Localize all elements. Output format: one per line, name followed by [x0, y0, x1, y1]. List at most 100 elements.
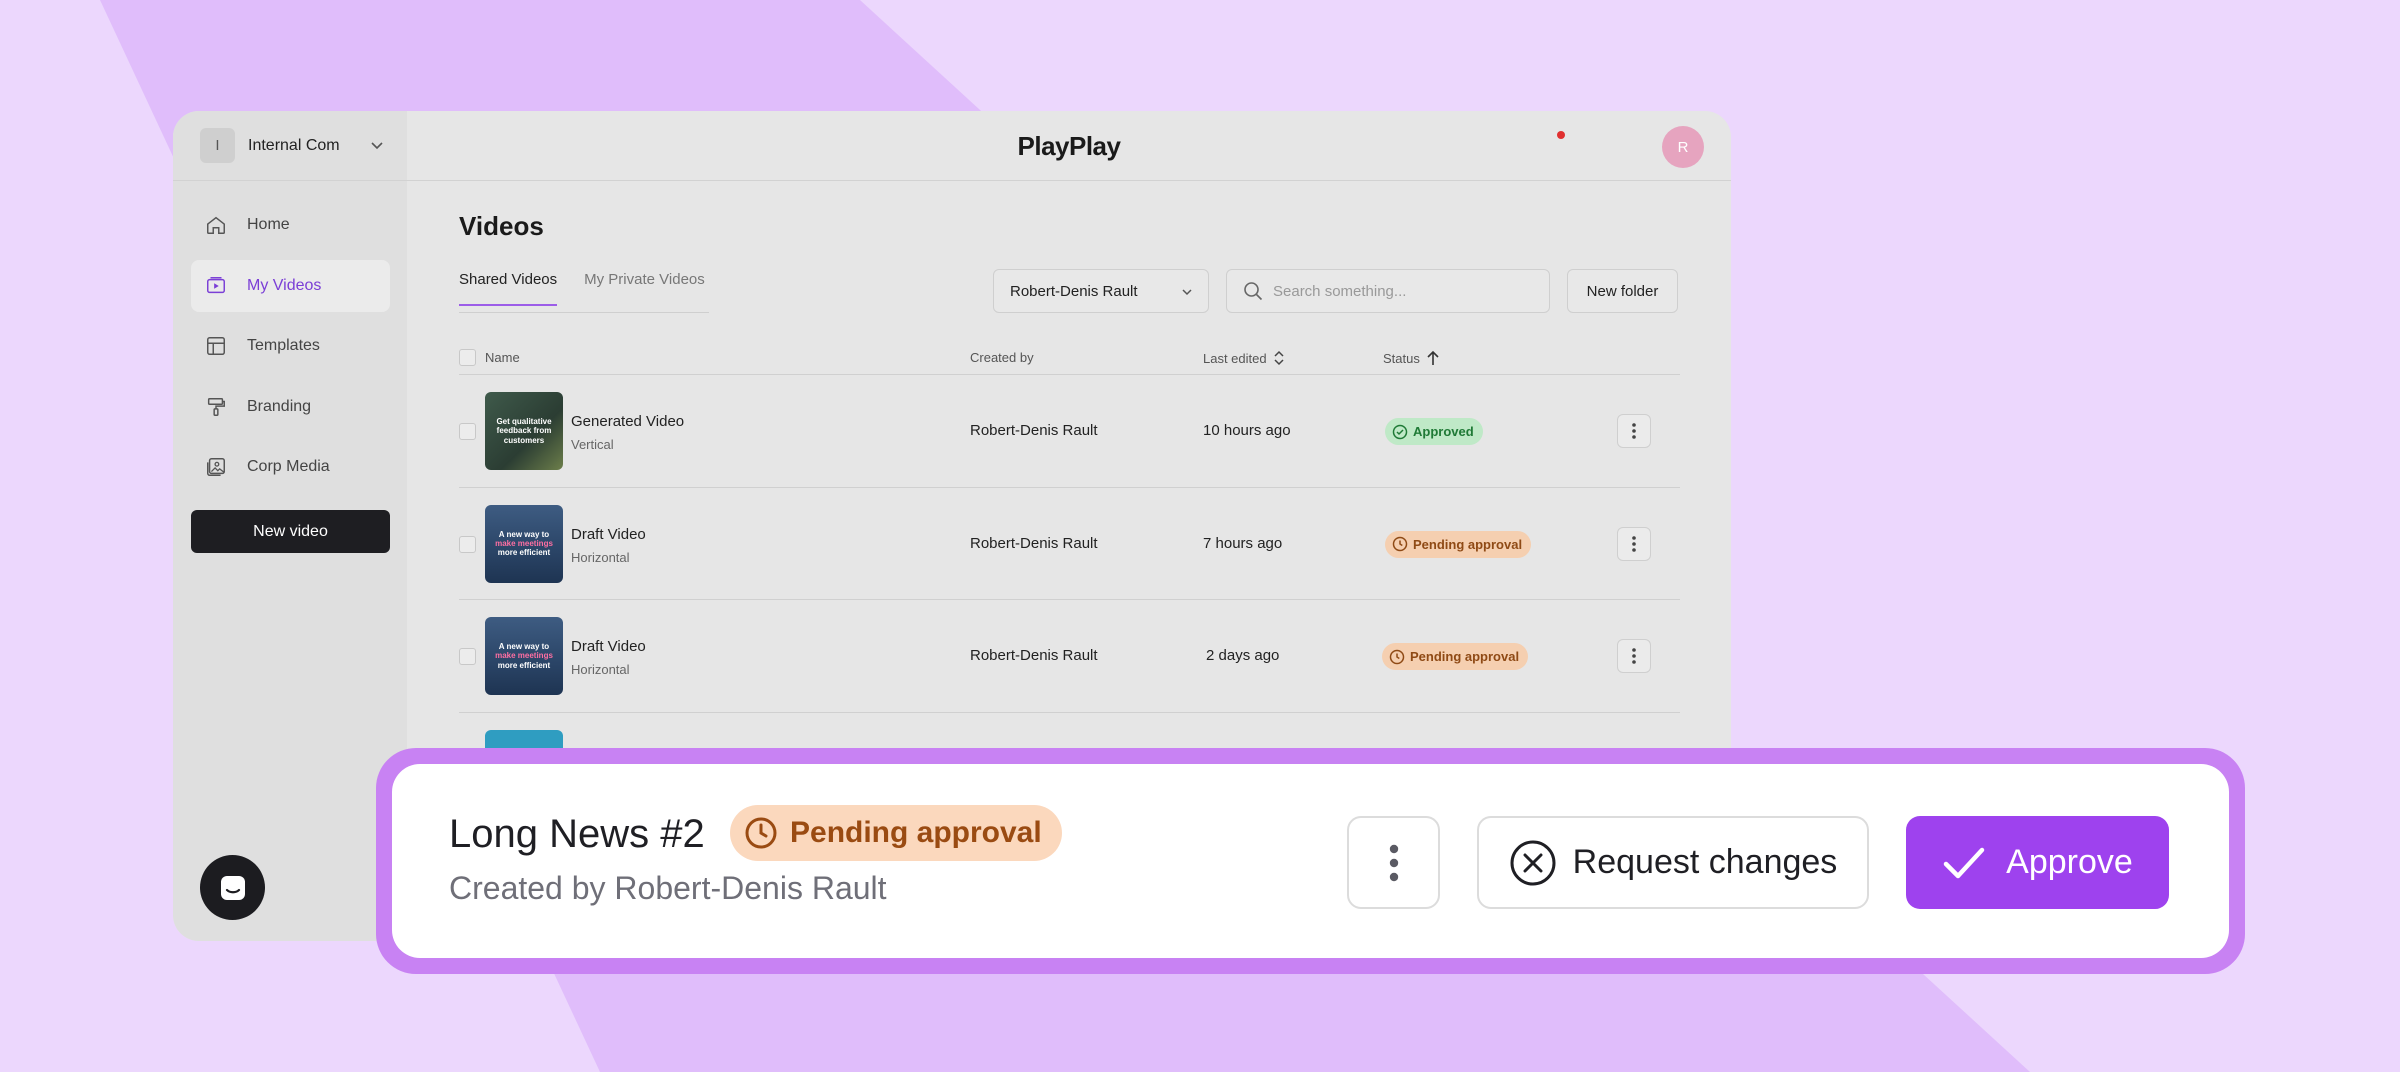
video-thumbnail[interactable]: A new way to make meetings more efficien…: [485, 617, 563, 695]
workspace-name: Internal Com: [248, 136, 340, 154]
select-all-checkbox[interactable]: [459, 349, 476, 366]
tab-shared-videos[interactable]: Shared Videos: [459, 271, 558, 306]
user-avatar[interactable]: R: [1662, 126, 1704, 168]
more-vertical-icon: [1632, 423, 1636, 439]
more-vertical-icon: [1632, 535, 1636, 552]
media-icon: [207, 458, 225, 476]
column-header-status[interactable]: Status: [1383, 350, 1440, 366]
approval-panel: Long News #2 Pending approval Created by…: [376, 748, 2245, 974]
row-more-button[interactable]: [1617, 639, 1651, 673]
clock-icon: [1392, 536, 1408, 552]
video-thumbnail[interactable]: Get qualitative feedback from customers: [485, 392, 563, 470]
sidebar-item-my-videos[interactable]: My Videos: [191, 259, 390, 312]
request-changes-button[interactable]: Request changes: [1477, 816, 1869, 909]
top-bar: PlayPlay R: [407, 111, 1731, 181]
video-creator: Robert-Denis Rault: [970, 534, 1098, 552]
templates-icon: [207, 337, 225, 355]
status-badge: Pending approval: [1382, 643, 1529, 670]
playplay-logo: PlayPlay: [1017, 131, 1121, 161]
column-header-last-edited[interactable]: Last edited: [1203, 350, 1285, 366]
approval-video-title: Long News #2: [449, 812, 705, 856]
sidebar-item-templates[interactable]: Templates: [191, 320, 390, 372]
video-creator: Robert-Denis Rault: [970, 422, 1098, 439]
row-checkbox[interactable]: [459, 423, 476, 440]
row-checkbox[interactable]: [459, 535, 476, 553]
paint-roller-icon: [207, 397, 225, 416]
page-title: Videos: [459, 211, 544, 241]
video-format: Vertical: [571, 437, 614, 452]
video-last-edited: 10 hours ago: [1203, 422, 1291, 439]
home-icon: [207, 216, 225, 234]
column-header-created-by[interactable]: Created by: [970, 350, 1034, 365]
close-circle-icon: [1510, 840, 1556, 885]
chevron-down-icon: [371, 142, 383, 150]
column-header-label: Status: [1383, 350, 1420, 366]
sidebar-item-branding[interactable]: Branding: [191, 381, 390, 433]
video-name[interactable]: Draft Video: [571, 526, 646, 543]
row-checkbox[interactable]: [459, 648, 476, 665]
status-label: Pending approval: [1410, 649, 1520, 664]
tabs-divider: [459, 312, 709, 313]
video-last-edited: 7 hours ago: [1203, 534, 1283, 552]
search-icon: [1244, 282, 1263, 301]
sidebar-item-home[interactable]: Home: [191, 199, 390, 251]
workspace-avatar: I: [200, 128, 235, 163]
video-thumbnail[interactable]: A new way to make meetings more efficien…: [485, 504, 563, 583]
video-icon: [207, 276, 225, 293]
clock-icon: [745, 817, 777, 849]
video-name[interactable]: Draft Video: [571, 638, 646, 655]
status-label: Pending approval: [1413, 536, 1523, 552]
video-creator: Robert-Denis Rault: [970, 647, 1098, 664]
status-label: Approved: [1413, 424, 1474, 439]
column-header-name[interactable]: Name: [485, 350, 520, 365]
thumbnail-text: more efficient: [497, 660, 551, 670]
table-row[interactable]: Get qualitative feedback from customers …: [459, 375, 1680, 488]
new-folder-button[interactable]: New folder: [1567, 269, 1678, 313]
video-format: Horizontal: [571, 662, 630, 677]
new-video-button[interactable]: New video: [191, 510, 390, 553]
column-header-label: Last edited: [1203, 350, 1267, 366]
approve-button[interactable]: Approve: [1906, 816, 2169, 909]
more-vertical-icon: [1389, 844, 1398, 881]
chevron-down-icon: [1182, 289, 1192, 296]
workspace-switcher[interactable]: I Internal Com: [173, 111, 407, 181]
check-icon: [1943, 847, 1985, 878]
sidebar-nav: Home My Videos Templates Branding Corp M…: [191, 199, 390, 502]
thumbnail-text-highlight: make meetings: [495, 538, 553, 548]
thumbnail-text: A new way to: [498, 642, 550, 652]
sidebar-item-corp-media[interactable]: Corp Media: [191, 441, 390, 493]
table-row[interactable]: A new way to make meetings more efficien…: [459, 600, 1680, 713]
notification-dot: [1557, 131, 1565, 139]
approval-status-badge: Pending approval: [730, 805, 1062, 861]
status-badge: Approved: [1385, 418, 1483, 445]
search-box[interactable]: [1226, 269, 1550, 313]
approval-status-label: Pending approval: [790, 816, 1042, 849]
sort-ascending-icon: [1427, 350, 1439, 365]
thumbnail-text: more efficient: [497, 548, 551, 558]
request-changes-label: Request changes: [1572, 843, 1838, 881]
sort-both-icon: [1274, 350, 1284, 366]
table-header: Name Created by Last edited Status: [459, 341, 1680, 375]
thumbnail-text-highlight: make meetings: [495, 651, 553, 661]
clock-icon: [1389, 649, 1405, 664]
check-circle-icon: [1392, 424, 1408, 439]
thumbnail-text: A new way to: [498, 529, 550, 539]
approval-card: Long News #2 Pending approval Created by…: [392, 764, 2229, 958]
tab-my-private-videos[interactable]: My Private Videos: [584, 271, 705, 306]
chat-support-button[interactable]: [200, 855, 265, 920]
row-more-button[interactable]: [1617, 526, 1651, 561]
owner-filter-select[interactable]: Robert-Denis Rault: [993, 269, 1209, 313]
row-more-button[interactable]: [1617, 414, 1651, 448]
approval-more-button[interactable]: [1347, 816, 1440, 909]
more-vertical-icon: [1632, 648, 1636, 664]
video-tabs: Shared Videos My Private Videos: [459, 271, 732, 306]
status-badge: Pending approval: [1385, 530, 1532, 558]
approve-label: Approve: [2006, 843, 2133, 881]
video-last-edited: 2 days ago: [1206, 647, 1280, 664]
chat-icon: [220, 875, 245, 900]
sidebar-item-label: Home: [247, 216, 290, 233]
video-format: Horizontal: [571, 549, 630, 565]
search-input[interactable]: [1273, 282, 1533, 300]
table-row[interactable]: A new way to make meetings more efficien…: [459, 488, 1680, 600]
video-name[interactable]: Generated Video: [571, 413, 684, 430]
